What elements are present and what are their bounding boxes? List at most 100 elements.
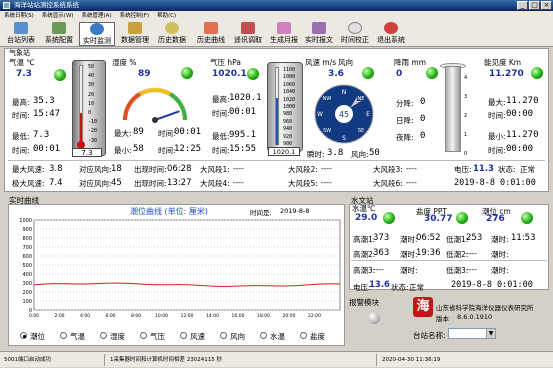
radio-tide[interactable]: [20, 332, 27, 339]
radio-wind-speed[interactable]: [180, 332, 187, 339]
close-button[interactable]: ×: [541, 1, 552, 10]
pressure-max: 1020.1: [229, 93, 262, 103]
visibility-min: 11.270: [506, 130, 539, 140]
rain-gauge-body: [445, 66, 461, 152]
water-temp-led: [383, 212, 395, 224]
barometer-readout: 1020.1: [268, 147, 300, 156]
tide-value: 276: [486, 214, 505, 224]
config-icon: [52, 22, 66, 34]
maximize-button[interactable]: □: [529, 1, 540, 10]
tide-led: [521, 212, 533, 224]
temp-status-led: [54, 69, 66, 81]
humidity-max-label: 最大:: [114, 129, 132, 138]
tb-station-list[interactable]: 台站列表: [4, 22, 38, 46]
list-icon: [14, 22, 28, 34]
temp-min-time-label: 时间:: [12, 146, 30, 155]
x-tick-label: 2:00: [54, 313, 64, 319]
visibility-status-led: [531, 67, 543, 79]
y-tick-label: 100: [22, 299, 32, 305]
tb-remote-fetch[interactable]: 遥讯调取: [230, 22, 266, 46]
thermometer-mercury: [80, 113, 82, 143]
tb-history-data[interactable]: 历史数据: [154, 22, 190, 46]
y-tick-label: 800: [22, 236, 32, 242]
rain-gauge-scale: 43210: [464, 75, 468, 157]
humidity-max-time-label: 时间:: [158, 129, 176, 138]
temp-max: 35.3: [33, 96, 55, 106]
station-name-label: 台站名称:: [413, 331, 446, 340]
y-tick-label: 600: [22, 254, 32, 260]
tb-system-config[interactable]: 系统配置: [42, 22, 76, 46]
pressure-value: 1020.1: [212, 69, 247, 79]
wind-dir-value: 50: [369, 148, 380, 158]
temp-max-time: 15:47: [33, 109, 61, 119]
water-temp-value: 29.0: [355, 213, 378, 223]
window-title: 海洋站站测控系统系统: [14, 1, 79, 9]
temp-min-label: 最低:: [12, 132, 30, 141]
visibility-max: 11.270: [506, 96, 539, 106]
radio-air-temp[interactable]: [60, 332, 67, 339]
pressure-max-time: 00:01: [229, 107, 257, 117]
y-tick-label: 900: [22, 227, 32, 233]
wind-status-led: [362, 67, 374, 79]
pressure-min-time: 15:55: [229, 144, 257, 154]
minimize-button[interactable]: _: [517, 1, 528, 10]
tb-history-curve[interactable]: 历史曲线: [193, 22, 229, 46]
radio-tide-label: 潮位: [30, 332, 45, 341]
thermometer-scale: 50 40 30 20 10 0 -10 -20 -30: [88, 64, 98, 144]
x-tick-label: 12:00: [181, 313, 194, 319]
magnifier-icon: [165, 22, 179, 34]
temp-max-time-label: 时间:: [12, 111, 30, 120]
station-name-select[interactable]: ▼: [448, 328, 496, 339]
salinity-value: 30.77: [424, 214, 453, 224]
pressure-max-time-label: 时间:: [212, 109, 230, 118]
rain-row-1-label: 分降:: [396, 99, 414, 108]
radio-water-temp-label: 水温: [270, 332, 285, 341]
report-icon: [277, 22, 291, 34]
menu-date[interactable]: 系统日期(S): [0, 11, 38, 21]
humidity-max: 89: [133, 127, 144, 137]
pressure-min: 995.1: [229, 130, 257, 140]
x-tick-label: 4:00: [80, 313, 90, 319]
tb-data-manage[interactable]: 数据管理: [118, 22, 152, 46]
menu-manage[interactable]: 系统管理(A): [78, 11, 116, 21]
radio-salinity[interactable]: [300, 332, 307, 339]
signal-icon: [241, 22, 255, 34]
rain-row-3-label: 夜降:: [396, 133, 414, 142]
visibility-max-time: 00:00: [506, 109, 534, 119]
status-datetime: 2020-04-30 11:36:19: [382, 357, 441, 363]
radio-humidity[interactable]: [100, 332, 107, 339]
compass-n: N: [342, 89, 347, 96]
tb-monthly-report[interactable]: 生成月报: [266, 22, 302, 46]
pressure-min-label: 最低:: [212, 132, 230, 141]
radio-water-temp[interactable]: [260, 332, 267, 339]
hydro-state-label: 状态:: [391, 283, 409, 292]
alarm-label: 报警模块: [349, 298, 379, 307]
version-label: 版本: [436, 315, 449, 323]
compass-nw: NW: [323, 96, 332, 102]
hydro-voltage-label: 电压:: [353, 283, 371, 292]
chart-icon: [204, 22, 218, 34]
radio-wind-dir[interactable]: [220, 332, 227, 339]
rain-label: 降雨 mm: [394, 58, 426, 67]
tb-exit[interactable]: 退出系统: [374, 22, 408, 46]
menu-display[interactable]: 系统显示(W): [38, 11, 78, 21]
chevron-down-icon[interactable]: ▼: [486, 329, 495, 338]
radio-pressure[interactable]: [140, 332, 147, 339]
tb-realtime-monitor[interactable]: 实时监测: [79, 22, 115, 46]
wind-gust-value: 3.8: [327, 148, 344, 158]
y-tick-label: 500: [22, 263, 32, 269]
visibility-max-label: 最大:: [488, 98, 506, 107]
rain-row-1-value: 0: [420, 97, 426, 107]
rain-row-3-value: 0: [420, 131, 426, 141]
pressure-status-led: [247, 68, 259, 80]
temp-value: 7.3: [16, 69, 32, 79]
globe-icon: [90, 23, 104, 35]
x-tick-label: 20:00: [283, 313, 296, 319]
barometer-scale: 1100 1080 1060 1040 1020 1000 980 960 940 920 900: [283, 67, 296, 148]
menu-help[interactable]: 帮助(C): [153, 11, 180, 21]
tb-realtime-message[interactable]: 实时报文: [302, 22, 336, 46]
compass-w: W: [317, 111, 323, 118]
compass-se: SE: [358, 128, 364, 134]
tb-time-calibrate[interactable]: 时间校正: [338, 22, 372, 46]
menu-control[interactable]: 系统控制(F): [116, 11, 153, 21]
